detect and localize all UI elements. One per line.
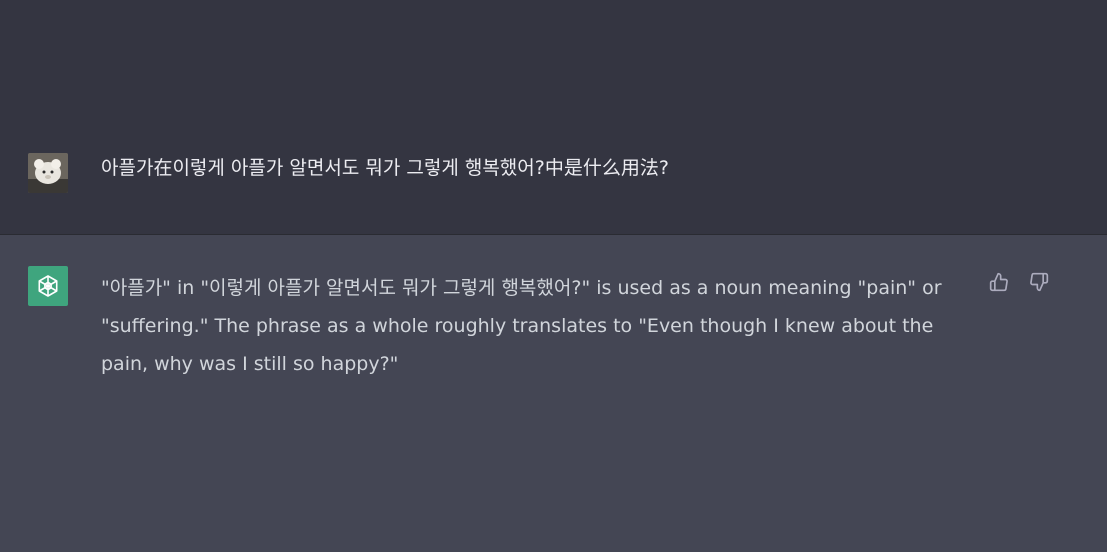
user-message-row: 아플가在이렇게 아플가 알면서도 뭐가 그렇게 행복했어?中是什么用法? [0, 0, 1107, 235]
feedback-controls [988, 271, 1050, 293]
thumbs-down-icon[interactable] [1028, 271, 1050, 293]
user-avatar [28, 153, 68, 193]
chat-thread: 아플가在이렇게 아플가 알면서도 뭐가 그렇게 행복했어?中是什么用法? "아플… [0, 0, 1107, 552]
assistant-message-text: "아플가" in "이렇게 아플가 알면서도 뭐가 그렇게 행복했어?" is … [101, 277, 942, 375]
assistant-message-row: "아플가" in "이렇게 아플가 알면서도 뭐가 그렇게 행복했어?" is … [0, 235, 1107, 552]
openai-logo-icon [28, 266, 68, 306]
user-avatar-image [28, 153, 68, 193]
user-message-text: 아플가在이렇게 아플가 알면서도 뭐가 그렇게 행복했어?中是什么用法? [101, 157, 669, 179]
thumbs-up-icon[interactable] [988, 271, 1010, 293]
